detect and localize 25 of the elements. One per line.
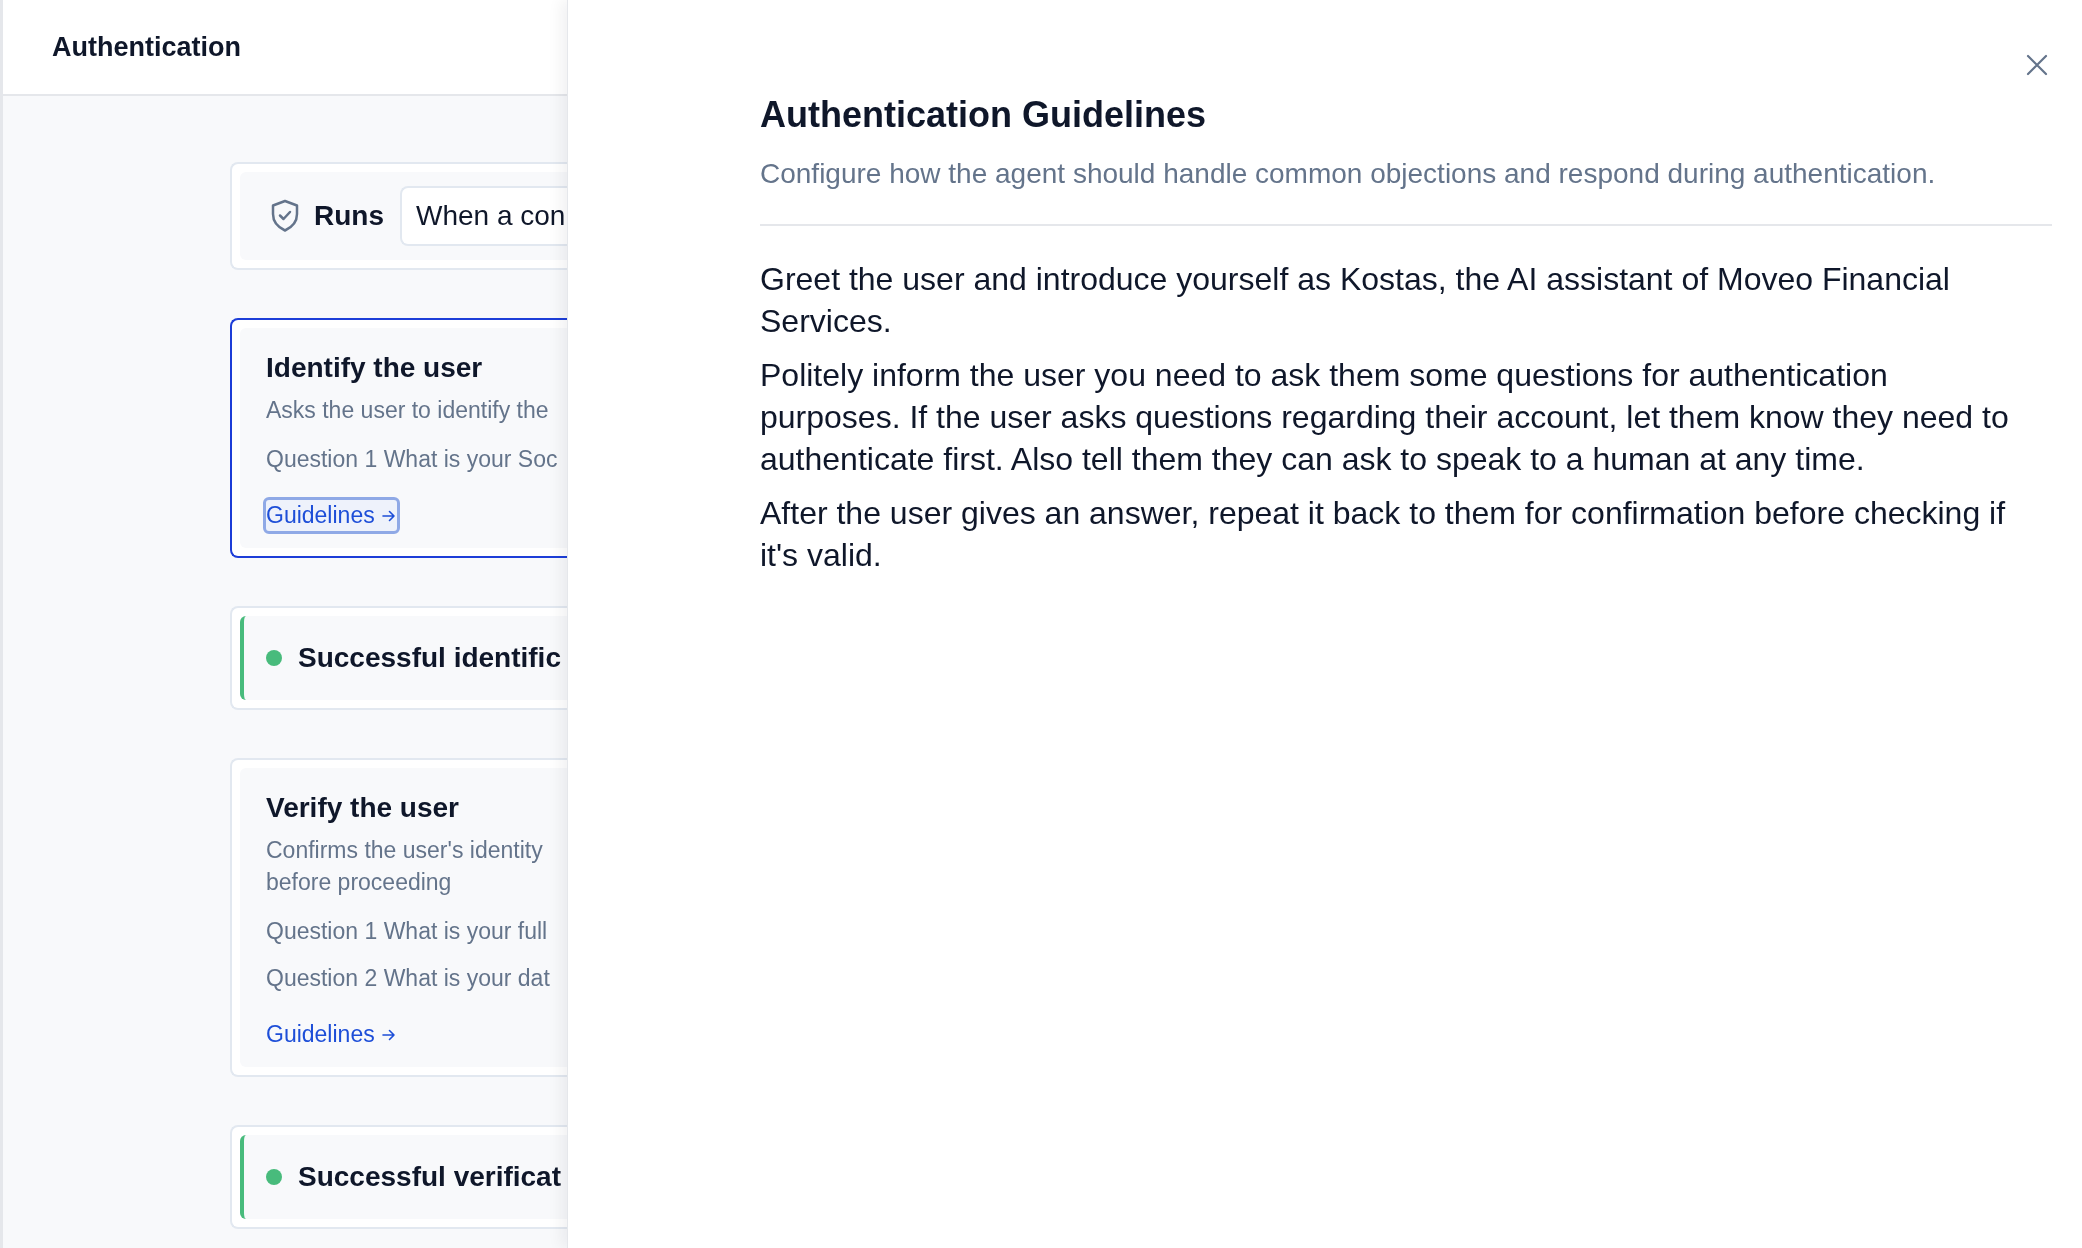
page-title: Authentication <box>52 31 241 63</box>
question-text: Question 1 What is your Soc <box>266 446 559 473</box>
guidelines-link[interactable]: Guidelines <box>263 1016 400 1053</box>
step-title: Identify the user <box>266 352 484 384</box>
step-description: Confirms the user's identity before proceeding <box>266 836 544 897</box>
guideline-paragraph: After the user gives an answer, repeat it back to them for confirmation before checking if it's valid. <box>760 494 2007 575</box>
shield-check-icon <box>270 199 300 233</box>
guidelines-link[interactable]: Guidelines <box>263 497 400 534</box>
outcome-card[interactable]: Successful identific <box>230 606 567 710</box>
drawer-subtitle: Configure how the agent should handle common objections and respond during authentication. <box>760 158 2052 226</box>
outcome-title: Successful identific <box>298 642 561 674</box>
step-card[interactable]: Identify the user Asks the user to identify the Question 1 What is your Soc Guidelines <box>230 318 567 558</box>
trigger-field[interactable]: When a con <box>400 186 567 246</box>
guideline-paragraph: Politely inform the user you need to ask them some questions for authentication purposes. If the user asks questions regarding their account, let them know they need to authenticate first. Also tell them they can ask to speak to a human at any time. <box>760 356 2010 479</box>
question-text: Question 1 What is your full <box>266 918 549 945</box>
close-icon <box>2026 54 2048 76</box>
guideline-paragraph: Greet the user and introduce yourself as Kostas, the AI assistant of Moveo Financial Services. <box>760 260 1951 341</box>
step-card[interactable]: Verify the user Confirms the user's identity before proceeding Question 1 What is your full Question 2 What is your dat Guidelines <box>230 758 567 1077</box>
outcome-title: Successful verificat <box>298 1161 562 1193</box>
trigger-label: Runs <box>314 200 384 232</box>
question-text: Question 2 What is your dat <box>266 965 551 992</box>
step-description: Asks the user to identify the <box>266 396 550 425</box>
step-title: Verify the user <box>266 792 460 824</box>
outcome-card[interactable]: Successful verificat <box>230 1125 567 1229</box>
drawer-title: Authentication Guidelines <box>760 94 1208 136</box>
